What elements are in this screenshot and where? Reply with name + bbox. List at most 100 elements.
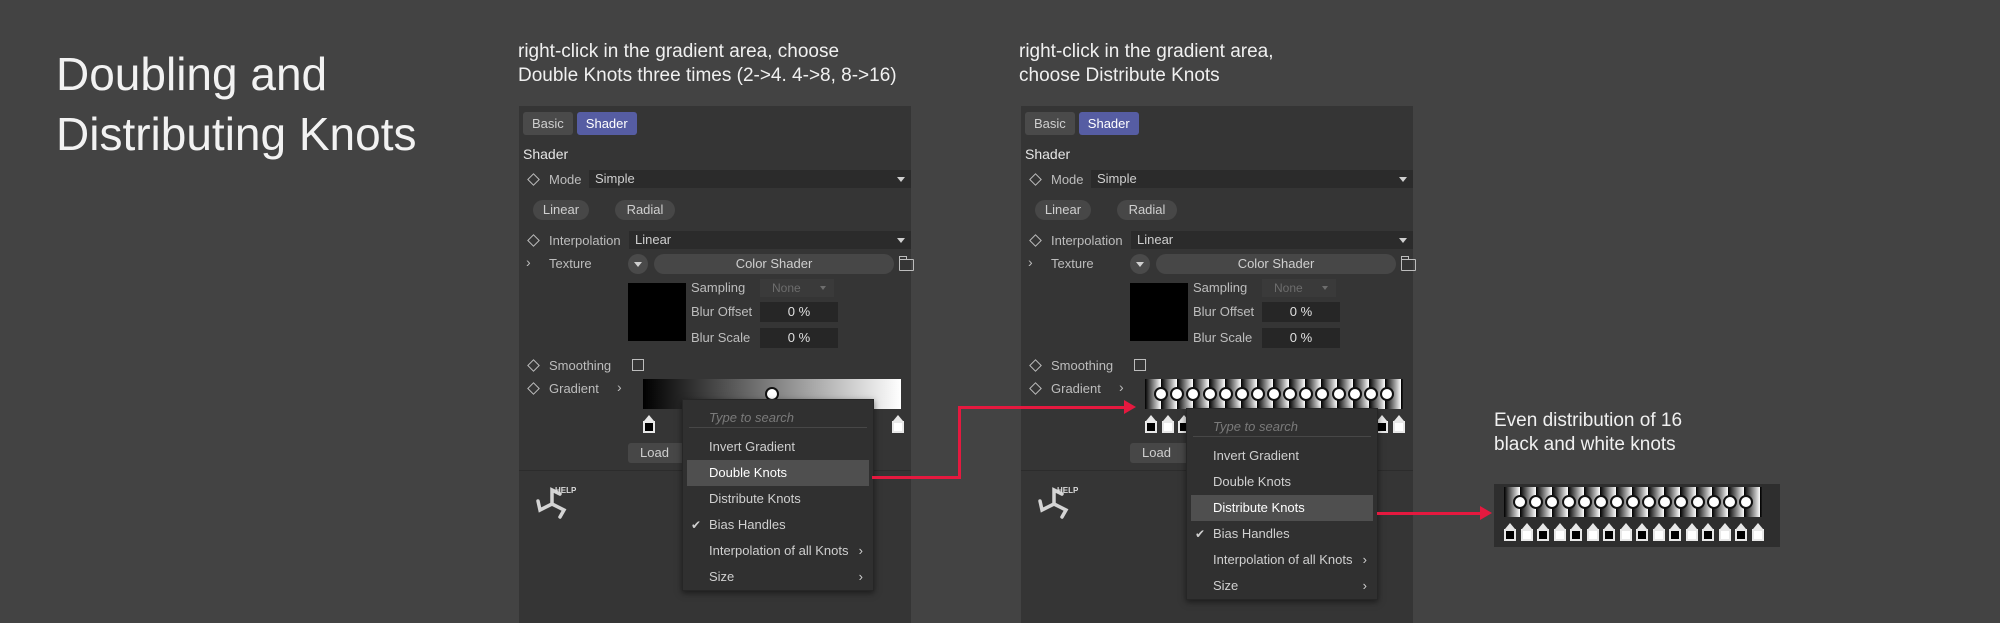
color-shader-button[interactable]: Color Shader	[654, 254, 894, 274]
folder-icon[interactable]	[1400, 256, 1416, 271]
menu-item-double-knots[interactable]: Double Knots	[687, 460, 869, 486]
gradient-knot-handle[interactable]	[1718, 523, 1731, 541]
gradient-bias-knot[interactable]	[1690, 495, 1705, 509]
gradient-knot-handle[interactable]	[1702, 523, 1715, 541]
texture-menu-button[interactable]	[628, 254, 648, 274]
menu-item-interpolation-all-knots[interactable]: Interpolation of all Knots ›	[683, 538, 873, 564]
gradient-bias-knot[interactable]	[1267, 387, 1281, 401]
gradient-knot-handle[interactable]	[643, 415, 655, 433]
context-search[interactable]: Type to search	[683, 400, 873, 434]
gradient-bias-knot[interactable]	[1642, 495, 1657, 509]
gradient-knot-handle[interactable]	[1636, 523, 1649, 541]
linear-button[interactable]: Linear	[1035, 200, 1091, 220]
gradient-knot-handle[interactable]	[1145, 415, 1157, 433]
smoothing-checkbox[interactable]	[1134, 359, 1146, 371]
gradient-bias-knot[interactable]	[1234, 387, 1249, 401]
keyframe-diamond-icon[interactable]	[527, 359, 540, 372]
menu-item-distribute-knots[interactable]: Distribute Knots	[683, 486, 873, 512]
menu-item-size[interactable]: Size ›	[683, 564, 873, 590]
mode-dropdown[interactable]: Simple	[1091, 170, 1413, 188]
gradient-knot-handle[interactable]	[1652, 523, 1665, 541]
chevron-right-icon[interactable]: ›	[1119, 379, 1124, 395]
gradient-knot-handle[interactable]	[1752, 523, 1764, 541]
gradient-bias-knot[interactable]	[1202, 387, 1217, 401]
gradient-bias-knot[interactable]	[1545, 495, 1560, 509]
gradient-knot-handle[interactable]	[1537, 523, 1550, 541]
menu-item-invert-gradient[interactable]: Invert Gradient	[1187, 443, 1377, 469]
keyframe-diamond-icon[interactable]	[1029, 359, 1042, 372]
menu-item-size[interactable]: Size ›	[1187, 573, 1377, 599]
gradient-bias-knot[interactable]	[1561, 495, 1576, 509]
menu-item-bias-handles[interactable]: ✔ Bias Handles	[1187, 521, 1377, 547]
mode-dropdown[interactable]: Simple	[589, 170, 911, 188]
gradient-bias-knot[interactable]	[1154, 387, 1169, 401]
gradient-bias-knot[interactable]	[1170, 387, 1185, 401]
radial-button[interactable]: Radial	[1117, 200, 1177, 220]
radial-button[interactable]: Radial	[615, 200, 675, 220]
gradient-knot-handle[interactable]	[1393, 415, 1405, 433]
blur-scale-field[interactable]: 0 %	[760, 328, 838, 348]
gradient-bias-knot[interactable]	[1283, 387, 1298, 401]
gradient-knot-handle[interactable]	[1504, 523, 1516, 541]
blur-offset-field[interactable]: 0 %	[760, 302, 838, 322]
linear-button[interactable]: Linear	[533, 200, 589, 220]
gradient-knot-handle[interactable]	[1553, 523, 1566, 541]
tab-basic[interactable]: Basic	[1025, 112, 1075, 135]
load-preset-button[interactable]: Load Preset	[1130, 443, 1190, 463]
tab-shader[interactable]: Shader	[1078, 112, 1139, 135]
menu-item-interpolation-all-knots[interactable]: Interpolation of all Knots ›	[1187, 547, 1377, 573]
gradient-knot-handle[interactable]	[1603, 523, 1616, 541]
load-preset-button[interactable]: Load Preset	[628, 443, 688, 463]
gradient-bias-knot[interactable]	[1593, 495, 1608, 509]
texture-menu-button[interactable]	[1130, 254, 1150, 274]
chevron-right-icon[interactable]: ›	[526, 254, 531, 270]
gradient-bias-knot[interactable]	[1379, 387, 1394, 401]
gradient-bias-knot[interactable]	[1186, 387, 1201, 401]
gradient-bias-knot[interactable]	[1218, 387, 1233, 401]
gradient-bias-knot[interactable]	[1347, 387, 1362, 401]
blur-offset-field[interactable]: 0 %	[1262, 302, 1340, 322]
sampling-dropdown[interactable]: None	[1262, 279, 1336, 297]
tab-shader[interactable]: Shader	[576, 112, 637, 135]
gradient-bias-knot[interactable]	[1706, 495, 1721, 509]
context-search[interactable]: Type to search	[1187, 409, 1377, 443]
gradient-knot-handle[interactable]	[1619, 523, 1632, 541]
menu-item-double-knots[interactable]: Double Knots	[1187, 469, 1377, 495]
menu-item-distribute-knots[interactable]: Distribute Knots	[1191, 495, 1373, 521]
keyframe-diamond-icon[interactable]	[527, 173, 540, 186]
gradient-bias-knot[interactable]	[1626, 495, 1640, 509]
gradient-bias-knot[interactable]	[1609, 495, 1624, 509]
gradient-knot-handle[interactable]	[1735, 523, 1748, 541]
folder-icon[interactable]	[898, 256, 914, 271]
smoothing-checkbox[interactable]	[632, 359, 644, 371]
gradient-bias-knot[interactable]	[1658, 495, 1673, 509]
gradient-bar[interactable]	[1145, 379, 1403, 409]
gradient-knot-handle[interactable]	[1570, 523, 1583, 541]
gradient-bias-knot[interactable]	[1363, 387, 1378, 401]
interpolation-dropdown[interactable]: Linear	[629, 231, 911, 249]
gradient-bias-knot[interactable]	[1674, 495, 1689, 509]
chevron-right-icon[interactable]: ›	[617, 379, 622, 395]
gradient-bias-knot[interactable]	[1513, 495, 1528, 509]
gradient-knot-handle[interactable]	[1161, 415, 1174, 433]
tab-basic[interactable]: Basic	[523, 112, 573, 135]
keyframe-diamond-icon[interactable]	[527, 234, 540, 247]
gradient-bias-knot[interactable]	[1529, 495, 1544, 509]
keyframe-diamond-icon[interactable]	[527, 382, 540, 395]
keyframe-diamond-icon[interactable]	[1029, 173, 1042, 186]
gradient-knot-handle[interactable]	[1586, 523, 1599, 541]
chevron-right-icon[interactable]: ›	[1028, 254, 1033, 270]
gradient-bias-knot[interactable]	[1250, 387, 1265, 401]
gradient-bias-knot[interactable]	[1722, 495, 1737, 509]
keyframe-diamond-icon[interactable]	[1029, 234, 1042, 247]
gradient-bias-knot[interactable]	[1299, 387, 1314, 401]
gradient-bias-knot[interactable]	[1331, 387, 1346, 401]
menu-item-bias-handles[interactable]: ✔ Bias Handles	[683, 512, 873, 538]
interpolation-dropdown[interactable]: Linear	[1131, 231, 1413, 249]
gradient-knot-handle[interactable]	[892, 415, 904, 433]
gradient-bias-knot[interactable]	[1315, 387, 1330, 401]
keyframe-diamond-icon[interactable]	[1029, 382, 1042, 395]
gradient-bias-knot[interactable]	[1577, 495, 1592, 509]
gradient-knot-handle[interactable]	[1685, 523, 1698, 541]
gradient-knot-handle[interactable]	[1520, 523, 1533, 541]
